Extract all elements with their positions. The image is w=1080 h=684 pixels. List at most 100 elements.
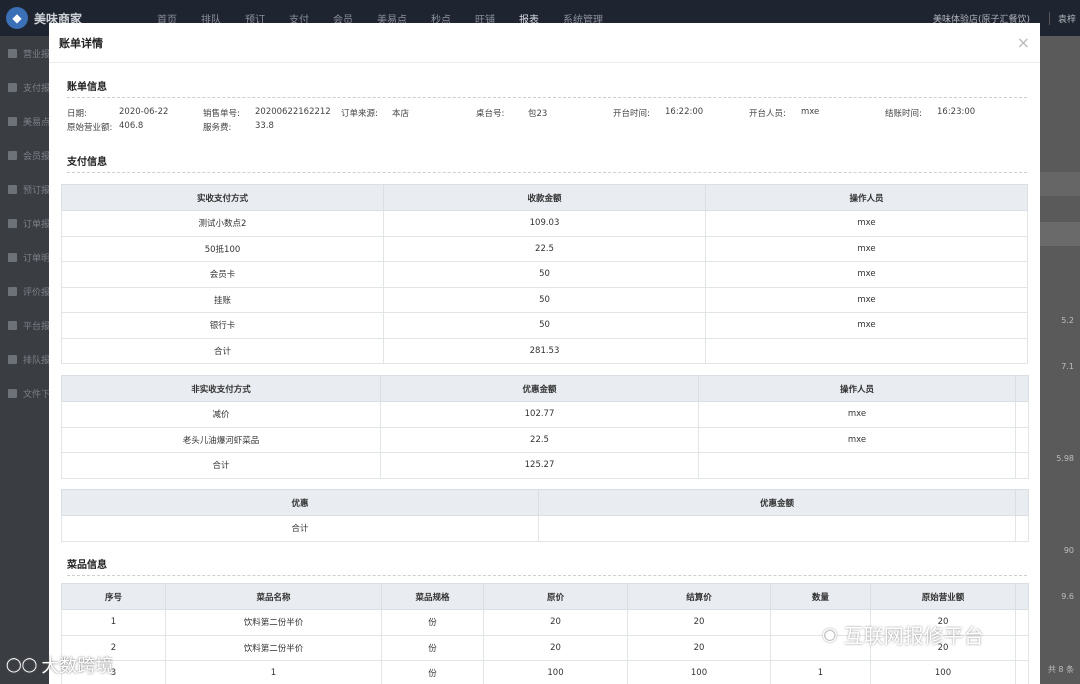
sidebar-item-label: 支付报表 [23,83,50,94]
column-header: 操作人员 [698,375,1016,402]
column-header: 操作人员 [705,184,1028,211]
column-header: 菜品名称 [165,583,382,610]
bg-value: 9.6 [1061,592,1074,601]
menu-item-icon [8,116,17,126]
table-row: 3 1 份 100 100 1 100 [61,660,1029,684]
sidebar-item-label: 美易点报表 [23,117,50,128]
table-cell: 50 [383,312,706,339]
open-time-value: 16:22:00 [665,107,704,117]
date-value: 2020-06-22 [119,107,169,117]
bg-table-header-2 [1040,222,1080,246]
watermark-logo-icon: ◯◯ [6,657,38,673]
menu-item-icon [8,184,17,194]
table-cell: 100 [627,660,771,684]
table-no-label: 桌台号: [476,109,505,119]
sidebar-item-label: 会员报表 [23,151,50,162]
bg-value: 7.1 [1061,362,1074,371]
sidebar-item-label: 营业报表 [23,49,50,60]
watermark-right: ◉ 互联网报修平台 [822,620,984,649]
table-cell: 281.53 [383,337,706,364]
sidebar-item-label: 预订报表 [23,185,50,196]
order-source-value: 本店 [392,109,410,119]
table-cell: 合计 [61,337,384,364]
non-actual-payment-rows: 减价 102.77 mxe 老头儿油爆河虾菜品 22.5 mxe 合计 125.27 [61,401,1029,479]
bill-detail-modal: 账单详情 × 账单信息 日期: 2020-06-22 销售单号: 2020062… [49,23,1040,684]
sidebar-item-label: 平台报表 [23,321,50,332]
table-row: 合计 125.27 [61,452,1029,479]
service-fee-label: 服务费: [203,123,232,133]
sidebar-item[interactable]: 营业报表 [0,36,50,70]
original-revenue-label: 原始营业额: [67,123,113,133]
table-cell: 1 [165,660,382,684]
background-content: 5.2 7.1 5.98 90 9.6 共 8 条 [1040,36,1080,684]
table-cell: 份 [381,660,484,684]
sidebar: 营业报表支付报表美易点报表会员报表预订报表订单报表订单明细评价报表平台报表排队报… [0,36,50,684]
column-header: 菜品规格 [381,583,484,610]
divider [67,97,1027,98]
modal-header: 账单详情 [49,23,1040,63]
table-cell: 银行卡 [61,312,384,339]
table-cell: 份 [381,609,484,636]
table-cell: 109.03 [383,210,706,237]
table-header-row: 非实收支付方式 优惠金额 操作人员 [61,375,1029,402]
sidebar-item[interactable]: 订单明细 [0,240,50,274]
table-cell: 102.77 [380,401,699,428]
table-cell: 20 [483,634,628,661]
table-cell: mxe [705,286,1028,313]
date-label: 日期: [67,109,87,119]
sale-no-label: 销售单号: [203,109,240,119]
sidebar-item[interactable]: 预订报表 [0,172,50,206]
menu-item-icon [8,48,17,58]
table-cell [698,452,1016,479]
table-cell: 50 [383,286,706,313]
table-cell: 20 [627,609,771,636]
actual-payment-table: 实收支付方式 收款金额 操作人员 测试小数点2 109.03 mxe 50抵100 22… [61,184,1028,364]
column-header: 收款金额 [383,184,706,211]
sidebar-item[interactable]: 支付报表 [0,70,50,104]
table-cell-spacer [1015,426,1029,453]
table-cell: mxe [705,261,1028,288]
table-cell: 会员卡 [61,261,384,288]
menu-item-icon [8,286,17,296]
watermark-right-text: 互联网报修平台 [843,624,984,648]
table-cell: 饮料第二份半价 [165,634,382,661]
table-row: 银行卡 50 mxe [61,312,1028,339]
table-cell: 125.27 [380,452,699,479]
table-header-row: 实收支付方式 收款金额 操作人员 [61,184,1028,211]
close-icon[interactable]: × [1017,35,1030,51]
table-no-value: 包23 [528,109,548,119]
sidebar-item[interactable]: 订单报表 [0,206,50,240]
sidebar-item[interactable]: 平台报表 [0,308,50,342]
sale-no-value: 20200622162212 [255,107,331,117]
table-cell: 20 [483,609,628,636]
column-header-spacer [1015,583,1029,610]
table-cell: 20 [627,634,771,661]
table-cell: 挂账 [61,286,384,313]
table-cell-spacer [1015,515,1029,542]
table-cell: 100 [483,660,628,684]
menu-item-icon [8,388,17,398]
service-fee-value: 33.8 [255,121,274,131]
column-header: 结算价 [627,583,771,610]
sidebar-item[interactable]: 会员报表 [0,138,50,172]
sidebar-item[interactable]: 排队报表 [0,342,50,376]
order-source-label: 订单来源: [341,109,378,119]
sidebar-item[interactable]: 美易点报表 [0,104,50,138]
menu-item-icon [8,320,17,330]
divider [67,575,1027,576]
column-header-spacer [1015,489,1029,516]
watermark-left: ◯◯ 大数跨境 [6,652,113,678]
table-cell-spacer [1015,634,1029,661]
menu-item-icon [8,354,17,364]
sidebar-item[interactable]: 评价报表 [0,274,50,308]
sidebar-item[interactable]: 文件下载 [0,376,50,410]
column-header: 非实收支付方式 [61,375,381,402]
non-actual-payment-table: 非实收支付方式 优惠金额 操作人员 减价 102.77 mxe 老头儿油爆河虾菜品 22… [61,375,1029,479]
user-name[interactable]: 袁梓 [1048,12,1076,25]
table-cell: mxe [705,210,1028,237]
table-cell: 减价 [61,401,381,428]
table-cell: 合计 [61,452,381,479]
table-cell [705,337,1028,364]
checkout-time-value: 16:23:00 [937,107,976,117]
table-cell: 100 [870,660,1016,684]
